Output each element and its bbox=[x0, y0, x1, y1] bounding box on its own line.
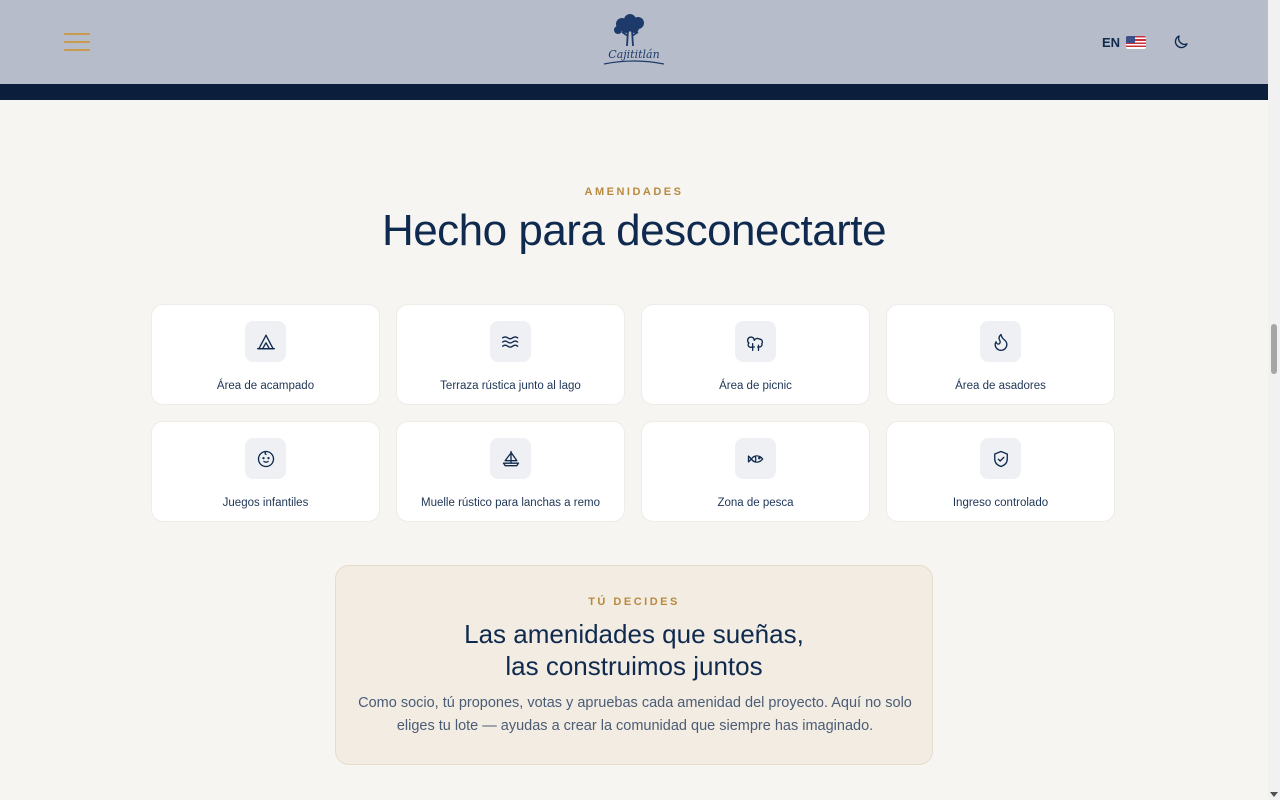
callout-title: Las amenidades que sueñas, las construim… bbox=[336, 618, 932, 682]
section-title: Hecho para desconectarte bbox=[381, 206, 887, 255]
us-flag-icon bbox=[1126, 35, 1146, 49]
amenity-card: Área de asadores bbox=[886, 304, 1115, 405]
site-header: Cajititlán EN bbox=[0, 0, 1268, 84]
amenity-card: Zona de pesca bbox=[641, 421, 870, 522]
amenity-label: Área de picnic bbox=[719, 380, 792, 392]
site-logo[interactable]: Cajititlán bbox=[598, 14, 670, 70]
amenity-card: Área de acampado bbox=[151, 304, 380, 405]
amenity-card: Terraza rústica junto al lago bbox=[396, 304, 625, 405]
amenity-card: Muelle rústico para lanchas a remo bbox=[396, 421, 625, 522]
amenity-label: Zona de pesca bbox=[717, 497, 794, 509]
scroll-down-arrow-icon[interactable] bbox=[1270, 792, 1278, 797]
sailboat-icon bbox=[490, 438, 531, 479]
tent-icon bbox=[245, 321, 286, 362]
trees-icon bbox=[735, 321, 776, 362]
callout-description: Como socio, tú propones, votas y aprueba… bbox=[358, 695, 912, 734]
scrollbar-thumb[interactable] bbox=[1271, 324, 1277, 374]
amenity-label: Juegos infantiles bbox=[222, 497, 309, 509]
amenity-card: Juegos infantiles bbox=[151, 421, 380, 522]
language-label: EN bbox=[1101, 34, 1120, 50]
amenity-label: Área de acampado bbox=[216, 380, 315, 392]
callout-title-line1: Las amenidades que sueñas, bbox=[464, 619, 804, 649]
flame-icon bbox=[980, 321, 1021, 362]
amenity-label: Terraza rústica junto al lago bbox=[440, 380, 581, 392]
decide-callout: TÚ DECIDES Las amenidades que sueñas, la… bbox=[335, 565, 933, 765]
header-tools: EN bbox=[1102, 33, 1190, 51]
logo-tree-icon: Cajititlán bbox=[603, 14, 665, 65]
baby-icon bbox=[245, 438, 286, 479]
shield-check-icon bbox=[980, 438, 1021, 479]
header-divider bbox=[0, 84, 1268, 100]
amenities-grid: Área de acampado Terraza rústica junto a… bbox=[151, 304, 1117, 522]
menu-icon[interactable] bbox=[64, 33, 90, 51]
callout-eyebrow: TÚ DECIDES bbox=[588, 596, 680, 608]
svg-text:Cajititlán: Cajititlán bbox=[608, 48, 659, 61]
amenity-label: Ingreso controlado bbox=[952, 497, 1049, 509]
callout-title-line2: las construimos juntos bbox=[505, 651, 763, 681]
language-switcher[interactable]: EN bbox=[1102, 35, 1146, 50]
fish-icon bbox=[735, 438, 776, 479]
amenity-card: Ingreso controlado bbox=[886, 421, 1115, 522]
amenity-card: Área de picnic bbox=[641, 304, 870, 405]
moon-icon[interactable] bbox=[1172, 33, 1190, 51]
amenity-label: Área de asadores bbox=[955, 380, 1046, 392]
waves-icon bbox=[490, 321, 531, 362]
section-eyebrow: AMENIDADES bbox=[584, 186, 684, 198]
page-scrollbar[interactable] bbox=[1268, 0, 1280, 800]
amenity-label: Muelle rústico para lanchas a remo bbox=[421, 497, 600, 509]
